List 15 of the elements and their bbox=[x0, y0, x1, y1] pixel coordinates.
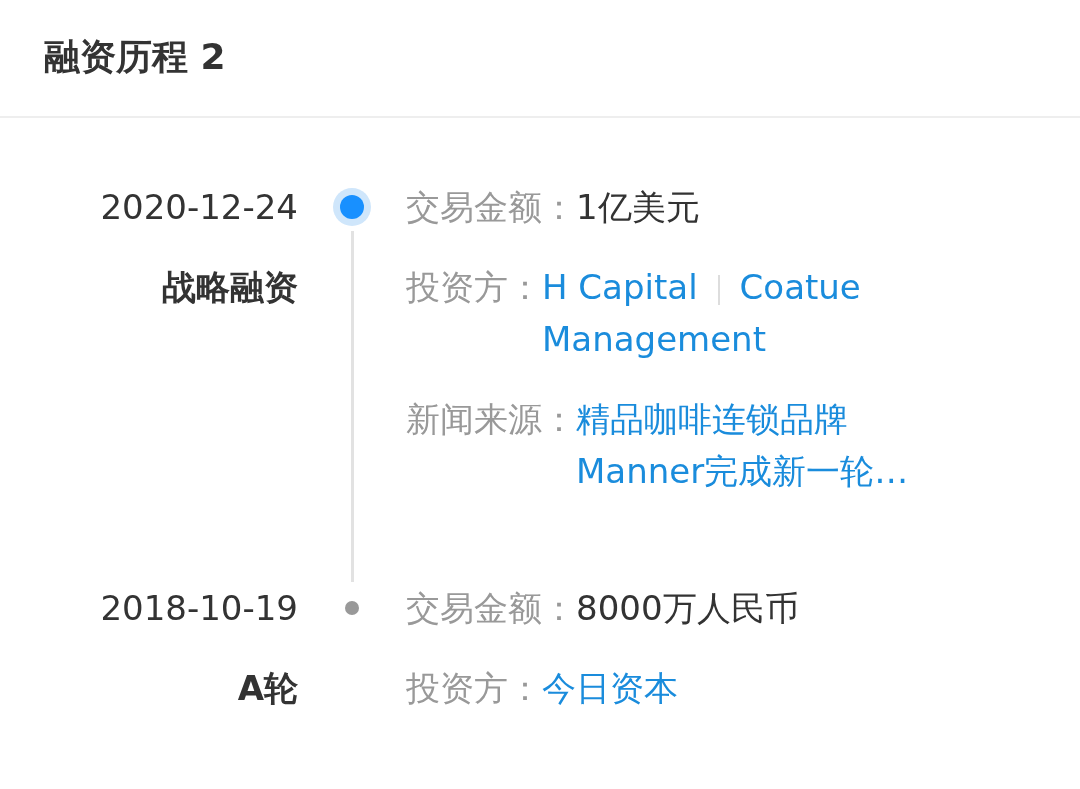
investor-links[interactable]: H Capital Coatue Management bbox=[542, 261, 966, 365]
field-label: 交易金额： bbox=[406, 587, 576, 630]
funding-round: A轮 bbox=[237, 667, 298, 710]
event-date: 2018-10-19 bbox=[100, 587, 298, 630]
investor-links[interactable]: 今日资本 bbox=[542, 662, 678, 714]
field-label: 交易金额： bbox=[406, 186, 576, 229]
event-date: 2020-12-24 bbox=[100, 186, 298, 229]
field-label: 投资方： bbox=[406, 667, 542, 710]
field-value: 8000万人民币 bbox=[576, 587, 799, 630]
section-title: 融资历程 2 bbox=[44, 35, 227, 79]
field-value: 1亿美元 bbox=[576, 186, 700, 229]
funding-round: 战略融资 bbox=[162, 266, 298, 309]
field-label: 新闻来源： bbox=[406, 398, 576, 441]
field-label: 投资方： bbox=[406, 266, 542, 309]
news-link[interactable]: 精品咖啡连锁品牌Manner完成新一轮… bbox=[576, 393, 966, 497]
